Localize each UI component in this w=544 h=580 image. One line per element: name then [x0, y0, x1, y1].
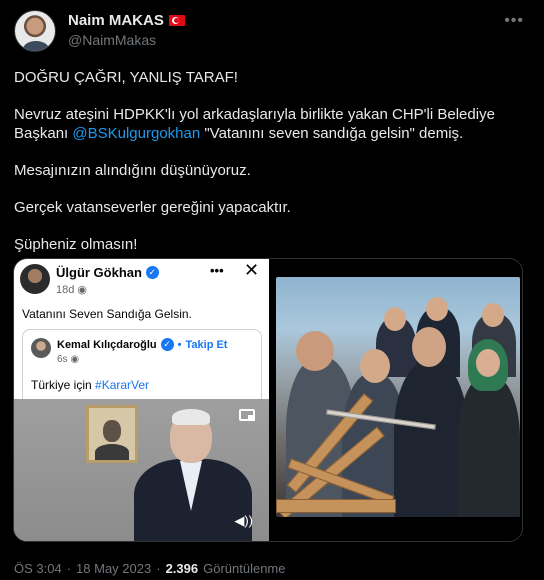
- mention-link[interactable]: @BSKulgurgokhan: [72, 125, 200, 142]
- author-display-name[interactable]: Naim MAKAS: [68, 12, 164, 29]
- fb-more-icon: •••: [210, 263, 224, 278]
- tweet-container: Naim MAKAS @NaimMakas ••• DOĞRU ÇAĞRI, Y…: [0, 0, 544, 580]
- tweet-paragraph-2: Nevruz ateşini HDPKK'lı yol arkadaşlarıy…: [14, 105, 524, 143]
- framed-portrait: [86, 405, 138, 463]
- shared-globe-icon: ◉: [70, 354, 80, 365]
- fb-author-name: Ülgür Gökhan: [56, 265, 142, 280]
- views-label: Görüntülenme: [203, 561, 286, 576]
- tweet-line-5: Şüpheniz olmasın!: [14, 236, 138, 253]
- footer-separator: ·: [66, 561, 72, 576]
- fb-shared-post: Kemal Kılıçdaroğlu ✓ • Takip Et 6s ◉ Tür…: [22, 329, 262, 399]
- turkey-flag-icon: [168, 15, 185, 26]
- tweet-footer: ÖS 3:04 · 18 May 2023 · 2.396 Görüntülen…: [14, 561, 286, 576]
- tweet-text: DOĞRU ÇAĞRI, YANLIŞ TARAF! Nevruz ateşin…: [14, 68, 524, 272]
- fb-close-icon: ✕: [244, 260, 260, 280]
- tweet-line-4: Gerçek vatanseverler gereğini yapacaktır…: [14, 199, 291, 216]
- shared-time-value: 6s: [57, 354, 68, 365]
- media-image-facebook-screenshot[interactable]: Ülgür Gökhan ✓ 18d ◉ ••• ✕ Vatanını Seve…: [14, 259, 269, 541]
- verified-check-icon: ✓: [145, 266, 159, 279]
- tweet-line-3: Mesajınızın alındığını düşünüyoruz.: [14, 162, 251, 179]
- shared-verified-check-icon: ✓: [160, 338, 174, 351]
- shared-name-row: Kemal Kılıçdaroğlu ✓ • Takip Et: [57, 338, 227, 351]
- shared-separator: •: [177, 338, 182, 351]
- shared-post-time: 6s ◉: [57, 354, 79, 365]
- fb-time-value: 18d: [56, 284, 75, 296]
- fb-name-row: Ülgür Gökhan ✓: [56, 265, 159, 280]
- author-name-row: Naim MAKAS: [68, 12, 185, 29]
- media-grid: Ülgür Gökhan ✓ 18d ◉ ••• ✕ Vatanını Seve…: [13, 258, 523, 542]
- picture-in-picture-icon: [239, 409, 255, 421]
- more-horizontal-icon[interactable]: •••: [504, 12, 524, 30]
- fb-video-frame: ◀)): [14, 399, 269, 541]
- author-avatar[interactable]: [14, 10, 56, 52]
- shared-follow-label: Takip Et: [185, 338, 228, 351]
- shared-author-avatar: [31, 338, 51, 358]
- views-count: 2.396: [165, 561, 199, 576]
- media-image-bonfire-photo[interactable]: [272, 259, 522, 541]
- shared-hashtag: #KararVer: [95, 378, 150, 392]
- tweet-time[interactable]: ÖS 3:04: [14, 561, 62, 576]
- volume-icon: ◀)): [234, 513, 253, 528]
- tweet-date[interactable]: 18 May 2023: [76, 561, 151, 576]
- globe-icon: ◉: [77, 284, 88, 296]
- footer-separator-2: ·: [156, 561, 161, 576]
- shared-author-name: Kemal Kılıçdaroğlu: [57, 338, 157, 351]
- fb-author-avatar: [20, 264, 50, 294]
- fb-post-time: 18d ◉: [56, 283, 87, 296]
- author-handle[interactable]: @NaimMakas: [68, 32, 156, 48]
- shared-text-prefix: Türkiye için: [31, 378, 96, 392]
- tweet-para2-text-2: "Vatanını seven sandığa gelsin" demiş.: [200, 125, 464, 142]
- shared-post-text: Türkiye için #KararVer: [31, 378, 149, 392]
- fb-post-text: Vatanını Seven Sandığa Gelsin.: [22, 307, 192, 321]
- bonfire-scene: [276, 277, 520, 517]
- tweet-line-1: DOĞRU ÇAĞRI, YANLIŞ TARAF!: [14, 69, 238, 86]
